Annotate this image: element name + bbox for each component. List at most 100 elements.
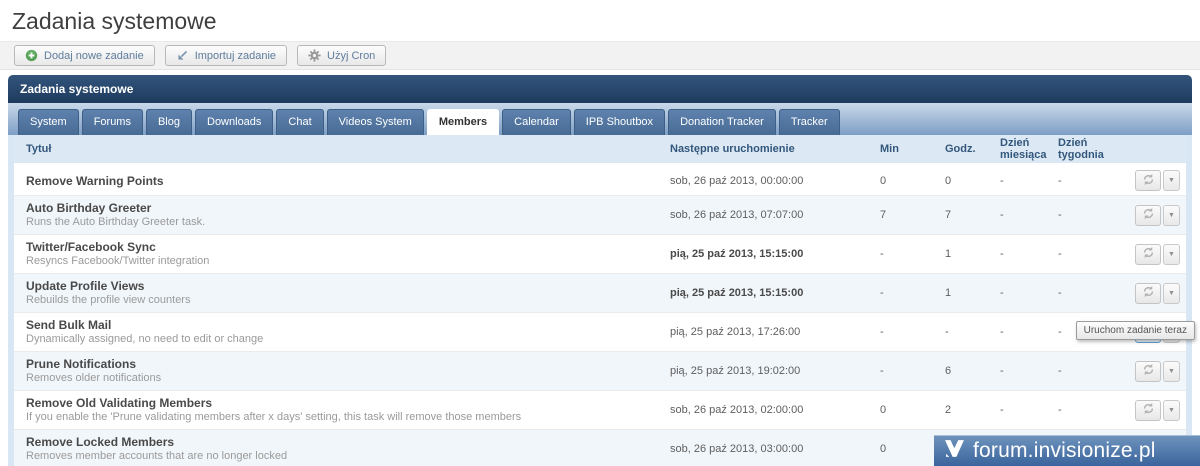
run-refresh-icon <box>1142 173 1155 189</box>
table-row[interactable]: Twitter/Facebook Sync Resyncs Facebook/T… <box>14 235 1186 274</box>
import-task-label: Importuj zadanie <box>195 50 276 62</box>
task-next-run: sob, 26 paź 2013, 03:00:00 <box>670 443 880 455</box>
tab-system[interactable]: System <box>18 109 79 135</box>
tab-label: System <box>30 116 67 128</box>
task-day-of-week: - <box>1058 209 1130 221</box>
panel-title: Zadania systemowe <box>8 75 1192 103</box>
column-header-hours: Godz. <box>945 141 1000 157</box>
run-refresh-icon <box>1142 246 1155 262</box>
tasks-table: Tytuł Następne uruchomienie Min Godz. Dz… <box>8 135 1192 466</box>
tab-label: Forums <box>94 116 131 128</box>
task-day-of-month: - <box>1000 326 1058 338</box>
column-header-day-of-week: Dzień tygodnia <box>1058 135 1130 163</box>
tab-label: Chat <box>288 116 311 128</box>
task-min: 0 <box>880 404 945 416</box>
task-day-of-month: - <box>1000 209 1058 221</box>
task-description: Removes older notifications <box>26 372 670 385</box>
task-next-run: sob, 26 paź 2013, 00:00:00 <box>670 175 880 187</box>
task-day-of-week: - <box>1058 287 1130 299</box>
task-options-dropdown-button[interactable]: ▼ <box>1163 361 1180 382</box>
run-task-button[interactable] <box>1135 205 1161 226</box>
chevron-down-icon: ▼ <box>1168 212 1175 219</box>
task-title: Send Bulk Mail <box>26 318 670 332</box>
table-header-row: Tytuł Następne uruchomienie Min Godz. Dz… <box>14 135 1186 166</box>
task-description: Rebuilds the profile view counters <box>26 294 670 307</box>
run-task-button[interactable] <box>1135 283 1161 304</box>
task-title: Auto Birthday Greeter <box>26 201 670 215</box>
task-hours: 1 <box>945 248 1000 260</box>
tab-label: IPB Shoutbox <box>586 116 653 128</box>
task-title: Update Profile Views <box>26 279 670 293</box>
tab-members[interactable]: Members <box>427 109 499 135</box>
task-min: - <box>880 248 945 260</box>
table-row[interactable]: Send Bulk Mail Dynamically assigned, no … <box>14 313 1186 352</box>
task-description: If you enable the 'Prune validating memb… <box>26 411 670 424</box>
add-task-button[interactable]: Dodaj nowe zadanie <box>14 45 155 66</box>
run-task-button[interactable] <box>1135 170 1161 191</box>
task-day-of-week: - <box>1058 404 1130 416</box>
tab-label: Videos System <box>339 116 412 128</box>
task-options-dropdown-button[interactable]: ▼ <box>1163 205 1180 226</box>
task-hours: 7 <box>945 209 1000 221</box>
chevron-down-icon: ▼ <box>1168 251 1175 258</box>
tab-label: Blog <box>158 116 180 128</box>
tab-donation-tracker[interactable]: Donation Tracker <box>668 109 776 135</box>
tab-label: Donation Tracker <box>680 116 764 128</box>
import-task-button[interactable]: Importuj zadanie <box>165 45 287 66</box>
tab-chat[interactable]: Chat <box>276 109 323 135</box>
task-options-dropdown-button[interactable]: ▼ <box>1163 400 1180 421</box>
tab-forums[interactable]: Forums <box>82 109 143 135</box>
run-refresh-icon <box>1142 363 1155 379</box>
task-options-dropdown-button[interactable]: ▼ <box>1163 244 1180 265</box>
task-min: - <box>880 365 945 377</box>
task-day-of-month: - <box>1000 287 1058 299</box>
tab-downloads[interactable]: Downloads <box>195 109 273 135</box>
task-description: Removes member accounts that are no long… <box>26 450 670 463</box>
task-options-dropdown-button[interactable]: ▼ <box>1163 170 1180 191</box>
tab-blog[interactable]: Blog <box>146 109 192 135</box>
table-row[interactable]: Remove Warning Points sob, 26 paź 2013, … <box>14 166 1186 196</box>
table-row[interactable]: Remove Old Validating Members If you ena… <box>14 391 1186 430</box>
table-row[interactable]: Update Profile Views Rebuilds the profil… <box>14 274 1186 313</box>
toolbar: Dodaj nowe zadanie Importuj zadanie Użyj… <box>0 41 1200 70</box>
task-day-of-month: - <box>1000 404 1058 416</box>
run-task-button[interactable] <box>1135 400 1161 421</box>
tab-label: Calendar <box>514 116 559 128</box>
chevron-down-icon: ▼ <box>1168 407 1175 414</box>
watermark-text: forum.invisionize.pl <box>973 439 1156 463</box>
task-title: Remove Warning Points <box>26 174 670 188</box>
chevron-down-icon: ▼ <box>1168 177 1175 184</box>
column-header-day-of-month: Dzień miesiąca <box>1000 135 1058 163</box>
use-cron-label: Użyj Cron <box>327 50 375 62</box>
tab-ipb-shoutbox[interactable]: IPB Shoutbox <box>574 109 665 135</box>
task-hours: 1 <box>945 287 1000 299</box>
task-next-run: pią, 25 paź 2013, 17:26:00 <box>670 326 880 338</box>
run-task-button[interactable] <box>1135 244 1161 265</box>
column-header-min: Min <box>880 141 945 157</box>
table-row[interactable]: Auto Birthday Greeter Runs the Auto Birt… <box>14 196 1186 235</box>
run-refresh-icon <box>1142 207 1155 223</box>
tab-tracker[interactable]: Tracker <box>779 109 840 135</box>
run-refresh-icon <box>1142 402 1155 418</box>
task-day-of-month: - <box>1000 175 1058 187</box>
column-header-next-run: Następne uruchomienie <box>670 141 880 157</box>
use-cron-button[interactable]: Użyj Cron <box>297 45 386 66</box>
run-task-button[interactable] <box>1135 361 1161 382</box>
page-title: Zadania systemowe <box>0 0 1200 41</box>
tab-label: Downloads <box>207 116 261 128</box>
task-next-run: pią, 25 paź 2013, 19:02:00 <box>670 365 880 377</box>
task-day-of-month: - <box>1000 248 1058 260</box>
task-next-run: pią, 25 paź 2013, 15:15:00 <box>670 248 880 260</box>
task-day-of-week: - <box>1058 248 1130 260</box>
column-header-actions <box>1130 147 1186 151</box>
tab-videos-system[interactable]: Videos System <box>327 109 424 135</box>
table-row[interactable]: Prune Notifications Removes older notifi… <box>14 352 1186 391</box>
tab-label: Tracker <box>791 116 828 128</box>
task-min: 0 <box>880 175 945 187</box>
task-options-dropdown-button[interactable]: ▼ <box>1163 283 1180 304</box>
run-refresh-icon <box>1142 285 1155 301</box>
task-day-of-week: - <box>1058 365 1130 377</box>
tasks-panel: Zadania systemowe System Forums Blog Downlo… <box>8 75 1192 466</box>
task-hours: - <box>945 326 1000 338</box>
tab-calendar[interactable]: Calendar <box>502 109 571 135</box>
